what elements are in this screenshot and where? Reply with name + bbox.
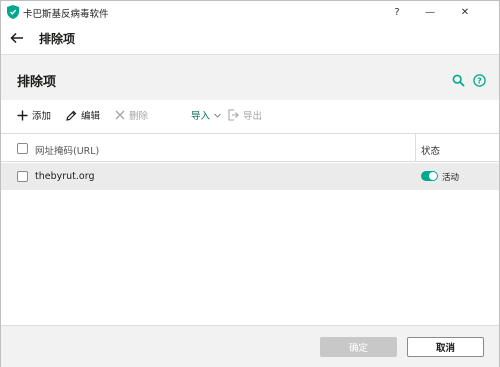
chevron-down-icon	[214, 113, 221, 118]
navigation-bar: 排除项	[1, 23, 499, 54]
window-help-button[interactable]: ?	[389, 4, 405, 20]
toggle-knob	[429, 172, 437, 180]
footer: 确定 取消	[1, 325, 499, 367]
export-icon	[228, 109, 239, 121]
delete-label: 删除	[129, 111, 149, 122]
export-button[interactable]: 导出	[227, 108, 262, 122]
window-minimize-button[interactable]: —	[422, 4, 438, 20]
help-icon[interactable]: ?	[473, 74, 486, 87]
row-status: 活动	[442, 173, 460, 183]
row-checkbox[interactable]	[17, 171, 28, 182]
cross-icon	[115, 110, 125, 120]
exclusions-table: 网址掩码(URL) 状态 thebyrut.org 活动	[1, 133, 499, 325]
row-url: thebyrut.org	[35, 171, 95, 182]
kaspersky-shield-icon	[7, 5, 19, 19]
window-close-button[interactable]: ✕	[457, 4, 473, 20]
status-toggle[interactable]	[421, 171, 438, 181]
edit-label: 编辑	[81, 111, 101, 122]
plus-icon	[17, 110, 28, 120]
delete-button[interactable]: 删除	[115, 108, 148, 122]
column-header-status[interactable]: 状态	[421, 143, 440, 157]
edit-button[interactable]: 编辑	[66, 108, 100, 122]
title-bar: 卡巴斯基反病毒软件 ? — ✕	[1, 1, 499, 23]
ok-button[interactable]: 确定	[320, 337, 397, 357]
search-icon[interactable]	[452, 74, 465, 87]
back-arrow-icon[interactable]	[10, 31, 24, 45]
table-header: 网址掩码(URL) 状态	[1, 134, 499, 162]
select-all-checkbox[interactable]	[17, 143, 28, 154]
cancel-button[interactable]: 取消	[407, 337, 484, 357]
export-label: 导出	[243, 111, 263, 122]
import-label: 导入	[191, 111, 211, 122]
window-title: 卡巴斯基反病毒软件	[23, 9, 109, 20]
pencil-icon	[66, 110, 77, 121]
table-row[interactable]: thebyrut.org 活动	[1, 163, 499, 190]
add-label: 添加	[32, 111, 52, 122]
svg-text:?: ?	[477, 76, 482, 85]
add-button[interactable]: 添加	[17, 108, 51, 122]
app-window: 卡巴斯基反病毒软件 ? — ✕ 排除项 排除项 ? 添加 编辑 删除 导入 导出…	[0, 0, 500, 367]
page-title: 排除项	[17, 75, 57, 90]
import-button[interactable]: 导入	[191, 108, 222, 122]
page-header: 排除项 ?	[1, 54, 499, 100]
toolbar: 添加 编辑 删除 导入 导出	[1, 100, 499, 131]
column-divider[interactable]	[415, 134, 416, 162]
column-header-url[interactable]: 网址掩码(URL)	[35, 143, 99, 157]
nav-title: 排除项	[39, 32, 76, 46]
